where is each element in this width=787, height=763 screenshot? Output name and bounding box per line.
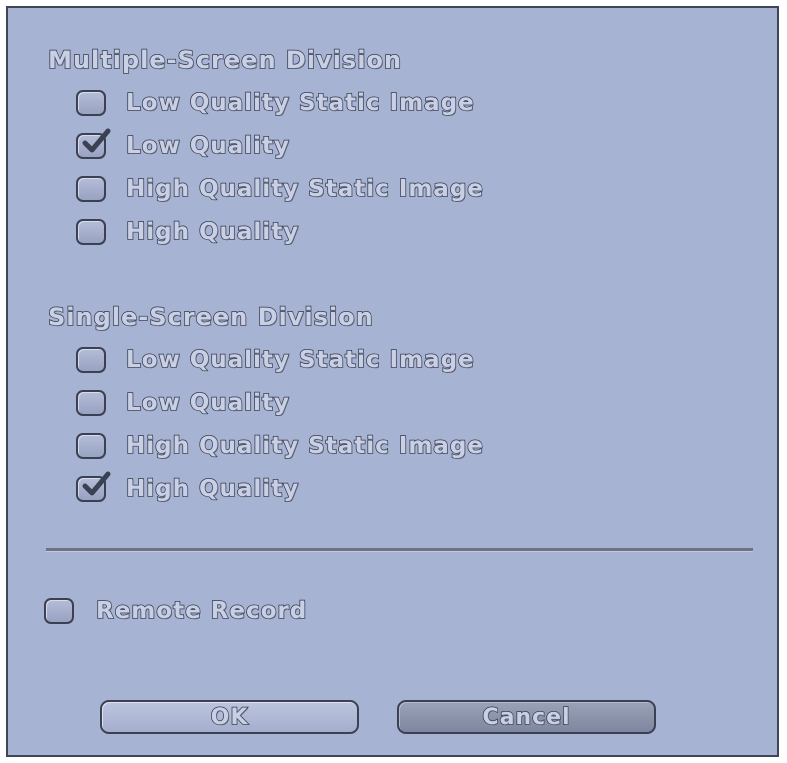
checkbox[interactable] (76, 347, 106, 373)
checkbox[interactable] (76, 433, 106, 459)
option-label: High Quality (125, 475, 300, 503)
cancel-button[interactable]: Cancel (397, 700, 656, 734)
option-label: Remote Record (95, 597, 308, 625)
option-label: Low Quality Static Image (125, 89, 475, 117)
checkmark-icon (82, 471, 111, 496)
divider (46, 548, 753, 552)
checkbox[interactable] (76, 471, 111, 502)
checkbox[interactable] (44, 598, 74, 624)
multi-option-low-quality-static[interactable]: Low Quality Static Image (76, 86, 475, 120)
option-label: High Quality Static Image (125, 432, 484, 460)
option-label: High Quality (125, 218, 300, 246)
single-option-low-quality-static[interactable]: Low Quality Static Image (76, 343, 475, 377)
single-option-high-quality[interactable]: High Quality (76, 471, 300, 506)
multiple-screen-title: Multiple-Screen Division (47, 45, 402, 75)
option-label: Low Quality (125, 389, 290, 417)
ok-button[interactable]: OK (100, 700, 359, 734)
single-option-high-quality-static[interactable]: High Quality Static Image (76, 429, 484, 463)
checkmark-icon (82, 128, 111, 153)
checkbox[interactable] (76, 219, 106, 245)
checkbox[interactable] (76, 128, 111, 159)
single-option-low-quality[interactable]: Low Quality (76, 386, 290, 420)
checkbox[interactable] (76, 390, 106, 416)
option-label: Low Quality Static Image (125, 346, 475, 374)
multi-option-low-quality[interactable]: Low Quality (76, 128, 290, 163)
remote-record-option[interactable]: Remote Record (44, 594, 307, 628)
multi-option-high-quality[interactable]: High Quality (76, 215, 299, 249)
record-settings-dialog: Multiple-Screen Division Low Quality Sta… (6, 6, 779, 757)
multi-option-high-quality-static[interactable]: High Quality Static Image (76, 172, 484, 206)
checkbox[interactable] (76, 90, 106, 116)
option-label: Low Quality (125, 132, 290, 160)
single-screen-title: Single-Screen Division (47, 302, 374, 332)
option-label: High Quality Static Image (125, 175, 484, 203)
checkbox[interactable] (76, 176, 106, 202)
